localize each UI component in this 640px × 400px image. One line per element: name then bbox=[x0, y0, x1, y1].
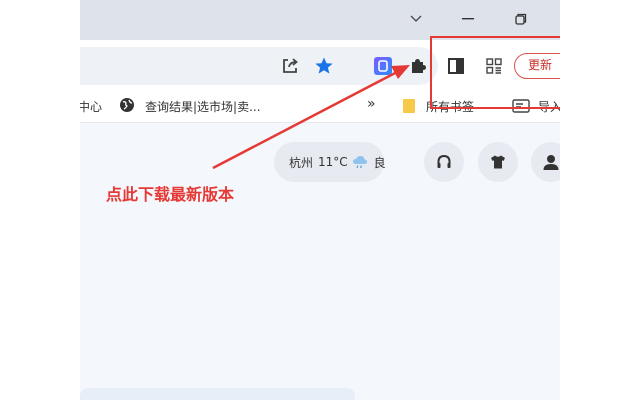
browser-window: 更新 中心 查询结果|选市场|卖... » 所有书签 导入 杭州 11°C 良 … bbox=[80, 0, 560, 400]
annotation-label: 点此下载最新版本 bbox=[106, 185, 235, 204]
